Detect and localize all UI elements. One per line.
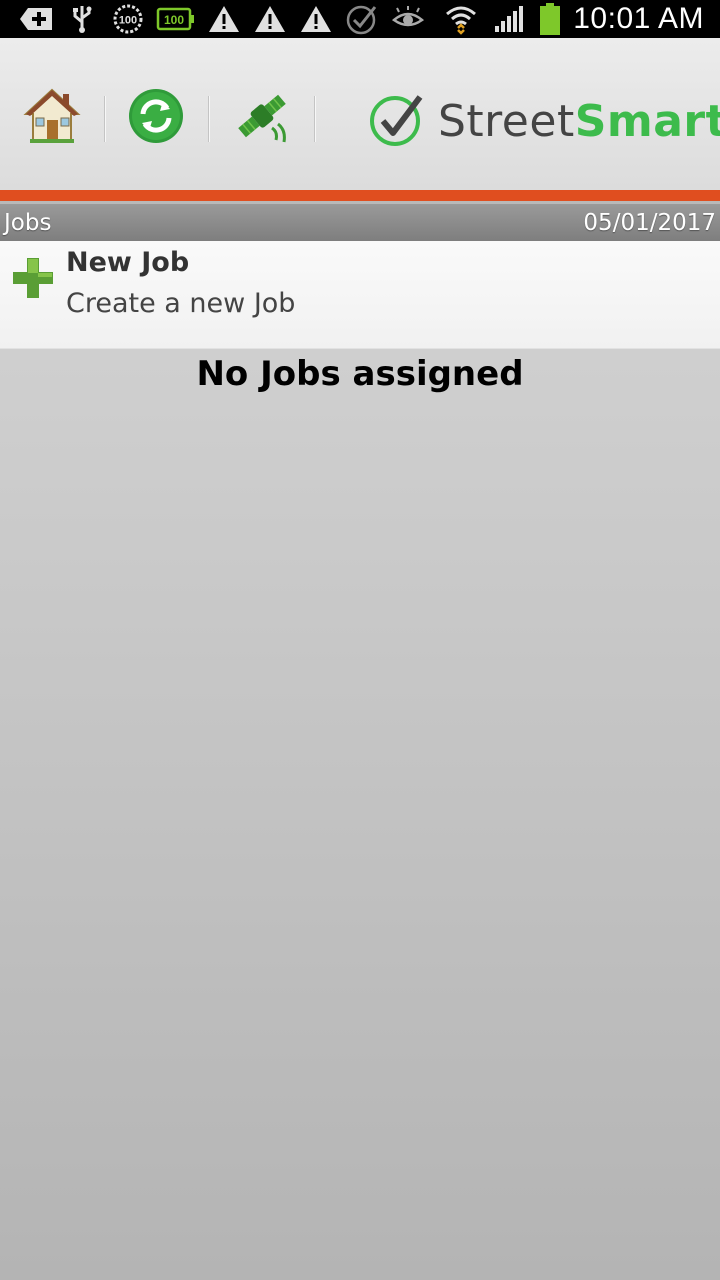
battery-100-text: 100 xyxy=(164,13,184,27)
home-icon xyxy=(22,86,82,150)
brand-street: Street xyxy=(438,95,575,147)
jobs-header-title: Jobs xyxy=(4,209,52,236)
plus-circle-icon xyxy=(18,4,54,34)
toolbar-divider xyxy=(208,96,209,142)
warning-icon xyxy=(252,4,288,34)
toolbar-divider xyxy=(104,96,105,142)
app-logo: StreetSmart xyxy=(368,90,720,152)
toolbar-divider xyxy=(314,96,315,142)
new-job-subtitle: Create a new Job xyxy=(66,288,296,319)
brand-smart: Smart xyxy=(574,95,720,147)
app-toolbar: StreetSmart xyxy=(0,38,720,190)
jobs-header-date: 05/01/2017 xyxy=(583,209,716,236)
badge-100-icon: 100 xyxy=(110,4,146,34)
add-icon xyxy=(12,257,53,298)
check-circle-icon xyxy=(344,4,380,35)
satellite-icon xyxy=(232,86,292,150)
usb-icon xyxy=(64,4,100,34)
satellite-button[interactable] xyxy=(230,86,294,150)
accent-bar xyxy=(0,190,720,204)
sync-button[interactable] xyxy=(124,86,188,150)
jobs-header: Jobs 05/01/2017 xyxy=(0,204,720,241)
battery-icon xyxy=(539,3,561,35)
streetsmart-check-icon xyxy=(368,91,424,151)
sync-icon xyxy=(127,87,185,149)
warning-icon xyxy=(206,4,242,34)
empty-jobs-message: No Jobs assigned xyxy=(196,354,524,394)
signal-icon xyxy=(491,4,527,34)
battery-100-icon: 100 xyxy=(156,4,196,34)
eye-icon xyxy=(390,4,426,34)
home-button[interactable] xyxy=(20,86,84,150)
status-bar: 100 100 10:01 AM xyxy=(0,0,720,38)
wifi-icon xyxy=(443,4,479,35)
badge-100-text: 100 xyxy=(119,15,137,27)
new-job-title: New Job xyxy=(66,247,190,278)
new-job-item[interactable]: New Job Create a new Job xyxy=(0,241,720,349)
status-time: 10:01 AM xyxy=(573,2,704,35)
warning-icon xyxy=(298,4,334,34)
app-name: StreetSmart xyxy=(438,96,720,147)
